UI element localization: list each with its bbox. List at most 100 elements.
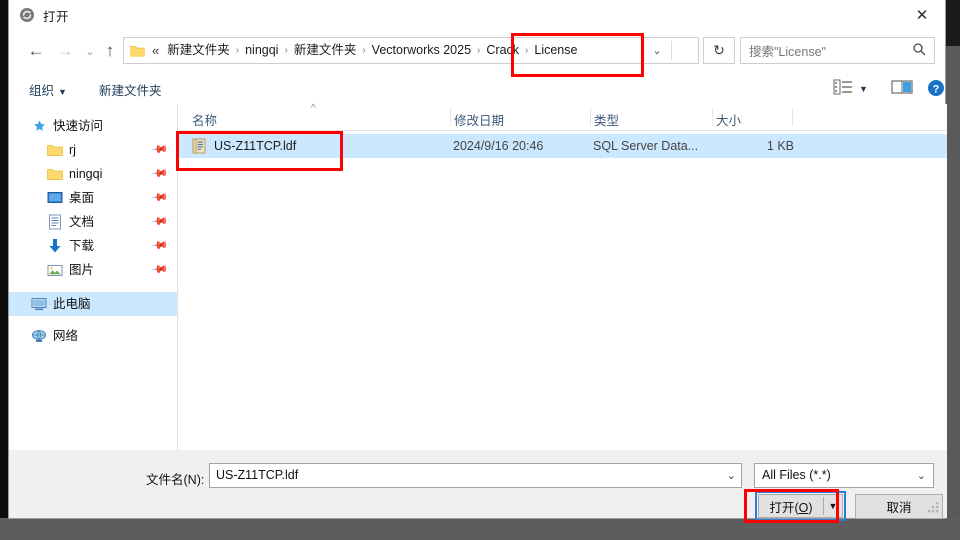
column-divider[interactable]: [590, 108, 591, 126]
pin-icon[interactable]: 📌: [151, 260, 170, 279]
pictures-icon: [47, 262, 63, 278]
folder-icon: [129, 44, 146, 58]
new-folder-button[interactable]: 新建文件夹: [99, 80, 162, 99]
open-button-label: 打开(O): [769, 500, 813, 515]
desktop-bottom-band: [0, 518, 960, 540]
sidebar-item-ningqi[interactable]: ningqi 📌: [9, 162, 177, 186]
file-name-cell: US-Z11TCP.ldf: [214, 139, 297, 153]
column-headers: ^ 名称 修改日期 类型 大小: [178, 103, 947, 131]
address-bar[interactable]: « 新建文件夹 › ningqi › 新建文件夹 › Vectorworks 2…: [123, 37, 699, 64]
window-title: 打开: [43, 10, 70, 24]
breadcrumb-item-2[interactable]: 新建文件夹: [289, 38, 362, 63]
sidebar-item-desktop[interactable]: 桌面 📌: [9, 186, 177, 210]
column-divider[interactable]: [712, 108, 713, 126]
search-icon: [912, 42, 926, 59]
sidebar-item-label: 网络: [53, 328, 79, 343]
pin-icon[interactable]: 📌: [151, 212, 170, 231]
toolbar: 组织 ▼ 新建文件夹 ▼ ?: [9, 72, 945, 105]
navigation-bar: ← → ⌄ ↑ « 新建文件夹 › ningqi › 新建文件夹 › Vecto…: [9, 30, 945, 72]
column-divider[interactable]: [450, 108, 451, 126]
navigation-sidebar: 快速访问 rj 📌 ningqi 📌 桌面 📌 文档 📌 下载 📌 图片 📌 此…: [9, 104, 177, 450]
breadcrumb-item-5[interactable]: License: [529, 38, 582, 63]
open-file-dialog: 打开 ✕ ← → ⌄ ↑ « 新建文件夹 › ningqi › 新建文件夹 ›: [8, 0, 947, 521]
organize-label: 组织: [29, 84, 55, 98]
column-header-date[interactable]: 修改日期: [454, 110, 504, 129]
filetype-select[interactable]: All Files (*.*) ⌄: [754, 463, 934, 488]
recent-locations-button[interactable]: ⌄: [79, 40, 101, 62]
desktop-right-lower-strip: [946, 46, 960, 540]
sidebar-item-label: 桌面: [69, 190, 95, 205]
sidebar-item-label: 图片: [69, 262, 95, 277]
desktop-left-strip: [0, 0, 8, 540]
folder-icon: [47, 142, 63, 158]
chevron-down-icon[interactable]: ⌄: [727, 469, 736, 482]
pin-icon[interactable]: 📌: [151, 188, 170, 207]
search-input[interactable]: 搜索"License": [740, 37, 935, 64]
network-icon: [31, 328, 47, 344]
column-header-size[interactable]: 大小: [716, 110, 741, 129]
filetype-value: All Files (*.*): [762, 468, 831, 482]
forward-button[interactable]: →: [54, 40, 76, 62]
preview-pane-icon[interactable]: [891, 79, 913, 95]
sidebar-item-this-pc[interactable]: 此电脑: [9, 292, 177, 316]
sidebar-item-label: 文档: [69, 214, 95, 229]
filename-value: US-Z11TCP.ldf: [216, 468, 299, 482]
sidebar-item-network[interactable]: 网络: [9, 324, 177, 348]
address-divider: [671, 41, 672, 60]
folder-icon: [47, 166, 63, 182]
pin-icon[interactable]: 📌: [151, 236, 170, 255]
sidebar-item-downloads[interactable]: 下载 📌: [9, 234, 177, 258]
filename-label: 文件名(N):: [146, 473, 205, 487]
sidebar-item-quick-access[interactable]: 快速访问: [9, 114, 177, 138]
sidebar-item-label: rj: [69, 142, 76, 157]
view-list-icon[interactable]: [833, 79, 853, 95]
sidebar-item-rj[interactable]: rj 📌: [9, 138, 177, 162]
document-icon: [47, 214, 63, 230]
star-pin-icon: [31, 118, 47, 134]
this-pc-icon: [31, 296, 47, 312]
sidebar-item-pictures[interactable]: 图片 📌: [9, 258, 177, 282]
chevron-down-icon: ▼: [58, 87, 67, 97]
sql-data-file-icon: [191, 138, 207, 154]
refresh-button[interactable]: ↻: [703, 37, 735, 64]
open-button[interactable]: 打开(O) ▼: [758, 494, 843, 518]
sidebar-item-label: 此电脑: [53, 296, 91, 311]
breadcrumb-item-4[interactable]: Crack: [481, 38, 524, 63]
pin-icon[interactable]: 📌: [151, 140, 170, 159]
sort-ascending-icon: ^: [311, 103, 316, 114]
help-icon[interactable]: ?: [927, 79, 945, 97]
resize-grip[interactable]: [927, 501, 940, 514]
up-button[interactable]: ↑: [99, 40, 121, 62]
chevron-down-icon[interactable]: ⌄: [917, 469, 926, 482]
breadcrumb-item-1[interactable]: ningqi: [240, 38, 283, 63]
file-list: ^ 名称 修改日期 类型 大小 US-Z11TCP.ldf 2024/9/16 …: [178, 103, 947, 450]
breadcrumb-item-3[interactable]: Vectorworks 2025: [367, 38, 476, 63]
close-icon[interactable]: ✕: [899, 0, 945, 30]
back-button[interactable]: ←: [25, 40, 47, 62]
chevron-down-icon[interactable]: ▼: [859, 84, 868, 94]
svg-text:?: ?: [933, 84, 940, 96]
file-size-cell: 1 KB: [766, 139, 794, 153]
file-type-cell: SQL Server Data...: [593, 139, 699, 153]
pin-icon[interactable]: 📌: [151, 164, 170, 183]
breadcrumb-overflow[interactable]: «: [150, 38, 162, 63]
sidebar-item-documents[interactable]: 文档 📌: [9, 210, 177, 234]
file-date-cell: 2024/9/16 20:46: [453, 139, 544, 153]
breadcrumb: « 新建文件夹 › ningqi › 新建文件夹 › Vectorworks 2…: [150, 38, 582, 63]
breadcrumb-item-0[interactable]: 新建文件夹: [162, 38, 235, 63]
column-header-type[interactable]: 类型: [594, 110, 619, 129]
desktop-icon: [47, 190, 63, 206]
dialog-body: 快速访问 rj 📌 ningqi 📌 桌面 📌 文档 📌 下载 📌 图片 📌 此…: [9, 103, 947, 450]
column-divider[interactable]: [792, 108, 793, 126]
sidebar-item-label: 快速访问: [53, 118, 104, 133]
table-row[interactable]: US-Z11TCP.ldf 2024/9/16 20:46 SQL Server…: [178, 134, 947, 158]
filename-input[interactable]: US-Z11TCP.ldf ⌄: [209, 463, 742, 488]
title-bar: 打开 ✕: [9, 0, 945, 30]
organize-button[interactable]: 组织 ▼: [29, 80, 67, 99]
sidebar-item-label: 下载: [69, 238, 95, 253]
refresh-circle-icon: [19, 7, 35, 23]
search-placeholder: 搜索"License": [749, 45, 826, 59]
chevron-down-icon[interactable]: ⌄: [644, 38, 670, 63]
column-header-name[interactable]: 名称: [192, 110, 217, 129]
chevron-down-icon[interactable]: ▼: [824, 501, 842, 511]
